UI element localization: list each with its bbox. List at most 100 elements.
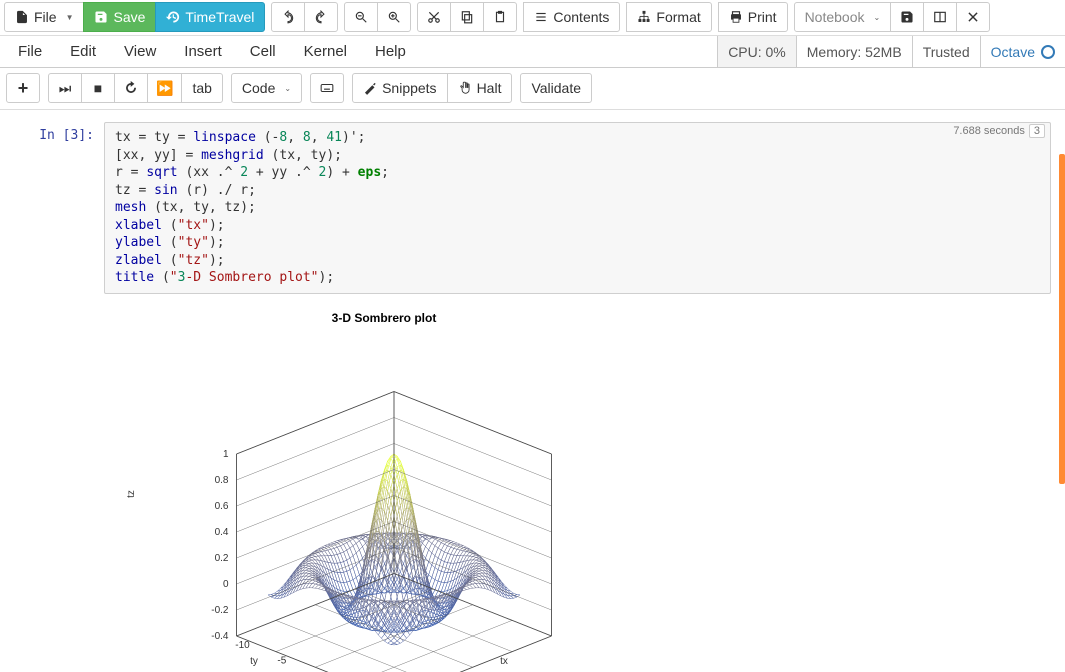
paste-button[interactable] <box>483 2 517 32</box>
columns-icon <box>933 10 947 24</box>
memory-status: Memory: 52MB <box>796 36 912 67</box>
notebook-dropdown[interactable]: Notebook ⌄ <box>794 2 892 32</box>
plot-title: 3-D Sombrero plot <box>332 311 437 325</box>
code-cell[interactable]: In [3]: tx = ty = linspace (-8, 8, 41)';… <box>14 122 1051 672</box>
menu-file[interactable]: File <box>4 37 56 66</box>
snippets-label: Snippets <box>382 80 436 96</box>
file-menu-label: File <box>34 9 57 25</box>
menu-cell[interactable]: Cell <box>236 37 290 66</box>
file-menu-button[interactable]: File ▼ <box>4 2 84 32</box>
plus-icon: + <box>18 78 29 99</box>
halt-label: Halt <box>477 80 502 96</box>
svg-text:0.8: 0.8 <box>215 475 229 486</box>
list-icon <box>534 10 548 24</box>
stop-button[interactable]: ■ <box>81 73 115 103</box>
caret-down-icon: ▼ <box>66 13 74 22</box>
svg-text:-0.2: -0.2 <box>211 605 229 616</box>
cell-type-label: Code <box>242 80 275 96</box>
paste-icon <box>493 10 507 24</box>
code-input[interactable]: tx = ty = linspace (-8, 8, 41)'; [xx, yy… <box>104 122 1051 294</box>
hand-icon <box>458 81 472 95</box>
print-button[interactable]: Print <box>718 2 788 32</box>
cut-button[interactable] <box>417 2 451 32</box>
z-axis-label: tz <box>126 490 137 498</box>
zoom-out-icon <box>354 10 368 24</box>
stop-icon: ■ <box>94 80 102 96</box>
close-button[interactable] <box>956 2 990 32</box>
y-axis-label: ty <box>250 656 258 667</box>
menu-insert[interactable]: Insert <box>170 37 236 66</box>
notebook-area[interactable]: In [3]: tx = ty = linspace (-8, 8, 41)';… <box>0 110 1065 672</box>
insert-cell-button[interactable]: + <box>6 73 40 103</box>
x-axis-label: tx <box>500 656 508 667</box>
split-view-button[interactable] <box>923 2 957 32</box>
sitemap-icon <box>637 10 651 24</box>
notebook-label: Notebook <box>805 9 865 25</box>
scroll-indicator[interactable] <box>1059 154 1065 484</box>
halt-button[interactable]: Halt <box>447 73 513 103</box>
undo-button[interactable] <box>271 2 305 32</box>
save-alt-button[interactable] <box>890 2 924 32</box>
save-icon <box>94 10 108 24</box>
top-toolbar: File ▼ Save TimeTravel Contents Forma <box>0 0 1065 36</box>
run-all-button[interactable]: ⏩ <box>147 73 182 103</box>
menu-kernel[interactable]: Kernel <box>290 37 361 66</box>
validate-button[interactable]: Validate <box>520 73 592 103</box>
tab-button[interactable]: tab <box>181 73 222 103</box>
file-icon <box>15 10 29 24</box>
run-cell-button[interactable]: ⏭ <box>48 73 82 103</box>
contents-button[interactable]: Contents <box>523 2 620 32</box>
format-label: Format <box>656 9 700 25</box>
contents-label: Contents <box>553 9 609 25</box>
sombrero-plot: 3-D Sombrero plot -0.4-0.200.20.40.60.81… <box>104 304 664 672</box>
svg-text:-0.4: -0.4 <box>211 631 229 642</box>
copy-button[interactable] <box>450 2 484 32</box>
magic-icon <box>363 81 377 95</box>
timetravel-label: TimeTravel <box>185 9 254 25</box>
svg-text:0: 0 <box>223 579 229 590</box>
menubar: File Edit View Insert Cell Kernel Help C… <box>0 36 1065 68</box>
snippets-button[interactable]: Snippets <box>352 73 447 103</box>
trusted-status[interactable]: Trusted <box>912 36 980 67</box>
keyboard-button[interactable] <box>310 73 344 103</box>
kernel-name: Octave <box>991 44 1035 60</box>
undo-icon <box>281 10 295 24</box>
close-icon <box>966 10 980 24</box>
step-forward-icon: ⏭ <box>59 80 72 97</box>
zoom-in-button[interactable] <box>377 2 411 32</box>
status-bar: CPU: 0% Memory: 52MB Trusted Octave <box>717 36 1065 67</box>
output-area: 3-D Sombrero plot -0.4-0.200.20.40.60.81… <box>104 294 1051 672</box>
svg-text:0.6: 0.6 <box>215 501 229 512</box>
kernel-indicator[interactable]: Octave <box>980 36 1065 67</box>
runtime-label: 7.688 seconds <box>953 125 1025 137</box>
exec-count: 3 <box>1029 124 1045 138</box>
copy-icon <box>460 10 474 24</box>
keyboard-icon <box>320 81 334 95</box>
format-button[interactable]: Format <box>626 2 711 32</box>
fast-forward-icon: ⏩ <box>156 80 173 97</box>
cell-meta: 7.688 seconds 3 <box>953 124 1045 138</box>
menu-view[interactable]: View <box>110 37 170 66</box>
refresh-icon <box>124 81 138 95</box>
redo-icon <box>314 10 328 24</box>
print-label: Print <box>748 9 777 25</box>
notebook-toolbar: + ⏭ ■ ⏩ tab Code ⌄ Snippets Halt Validat… <box>0 68 1065 110</box>
zoom-out-button[interactable] <box>344 2 378 32</box>
redo-button[interactable] <box>304 2 338 32</box>
svg-text:0.4: 0.4 <box>215 527 229 538</box>
zoom-in-icon <box>387 10 401 24</box>
svg-text:-5: -5 <box>277 656 286 667</box>
timetravel-button[interactable]: TimeTravel <box>155 2 265 32</box>
input-prompt: In [3]: <box>14 122 104 672</box>
save-button[interactable]: Save <box>83 2 156 32</box>
restart-button[interactable] <box>114 73 148 103</box>
chevron-down-icon: ⌄ <box>874 13 881 22</box>
menu-help[interactable]: Help <box>361 37 420 66</box>
kernel-idle-icon <box>1041 45 1055 59</box>
save-label: Save <box>113 9 145 25</box>
svg-text:-10: -10 <box>235 640 250 651</box>
floppy-icon <box>900 10 914 24</box>
history-icon <box>166 10 180 24</box>
menu-edit[interactable]: Edit <box>56 37 110 66</box>
cell-type-select[interactable]: Code ⌄ <box>231 73 302 103</box>
